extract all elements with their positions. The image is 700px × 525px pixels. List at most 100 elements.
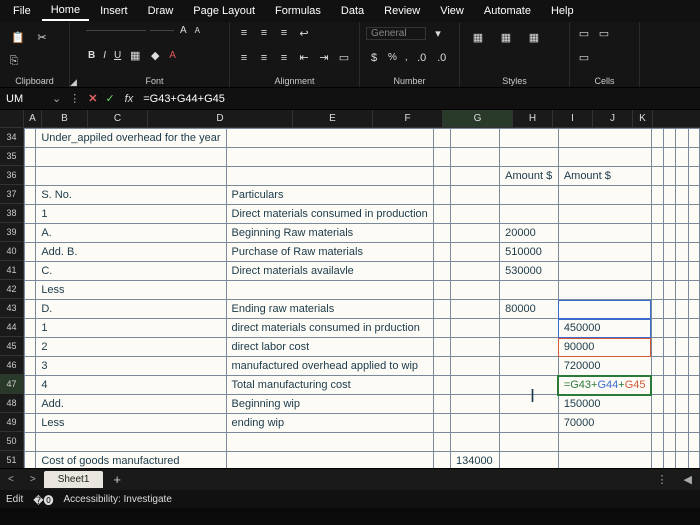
cell-B36[interactable] [36, 167, 226, 186]
fx-cancel-icon[interactable]: ✕ [84, 92, 101, 105]
cell-G50[interactable] [558, 433, 651, 452]
cell-H44[interactable] [651, 319, 663, 338]
cell-E38[interactable] [450, 205, 499, 224]
cell-B40[interactable]: Add. B. [36, 243, 226, 262]
col-header-e[interactable]: E [293, 110, 373, 127]
cell-E37[interactable] [450, 186, 499, 205]
cell-I40[interactable] [663, 243, 675, 262]
cell-H50[interactable] [651, 433, 663, 452]
cell-E36[interactable] [450, 167, 499, 186]
menu-page-layout[interactable]: Page Layout [184, 2, 264, 20]
cell-G49[interactable]: 70000 [558, 414, 651, 433]
cell-F34[interactable] [500, 129, 559, 148]
col-header-a[interactable]: A [24, 110, 42, 127]
inc-decimal-icon[interactable]: .0 [414, 50, 430, 66]
cell-F35[interactable] [500, 148, 559, 167]
cell-D34[interactable] [433, 129, 450, 148]
cell-D37[interactable] [433, 186, 450, 205]
cell-G44[interactable]: 450000 [558, 319, 651, 338]
sheet-menu-icon[interactable]: ⋮ [649, 473, 676, 486]
cell-G39[interactable] [558, 224, 651, 243]
cell-E46[interactable] [450, 357, 499, 376]
row-header[interactable]: 48 [0, 394, 24, 413]
cell-F41[interactable]: 530000 [500, 262, 559, 281]
row-header[interactable]: 50 [0, 432, 24, 451]
cell-A47[interactable] [25, 376, 36, 395]
dec-decimal-icon[interactable]: .0 [434, 50, 450, 66]
cell-B49[interactable]: Less [36, 414, 226, 433]
cell-A36[interactable] [25, 167, 36, 186]
cell-I44[interactable] [663, 319, 675, 338]
cell-C42[interactable] [226, 281, 433, 300]
menu-home[interactable]: Home [42, 1, 89, 21]
cell-J47[interactable] [676, 376, 688, 395]
cell-K35[interactable] [688, 148, 699, 167]
align-top-icon[interactable]: ≡ [236, 25, 252, 41]
cell-D35[interactable] [433, 148, 450, 167]
menu-view[interactable]: View [431, 2, 473, 20]
comma-button[interactable]: , [403, 52, 410, 63]
cell-G41[interactable] [558, 262, 651, 281]
cell-styles-icon[interactable]: ▦ [522, 25, 546, 49]
cell-B41[interactable]: C. [36, 262, 226, 281]
align-bottom-icon[interactable]: ≡ [276, 25, 292, 41]
cell-D38[interactable] [433, 205, 450, 224]
row-header[interactable]: 51 [0, 451, 24, 468]
cell-C35[interactable] [226, 148, 433, 167]
cell-D42[interactable] [433, 281, 450, 300]
cell-B50[interactable] [36, 433, 226, 452]
cell-D46[interactable] [433, 357, 450, 376]
cell-C39[interactable]: Beginning Raw materials [226, 224, 433, 243]
row-header[interactable]: 49 [0, 413, 24, 432]
col-header-j[interactable]: J [593, 110, 633, 127]
cell-A39[interactable] [25, 224, 36, 243]
cell-C43[interactable]: Ending raw materials [226, 300, 433, 319]
cell-K49[interactable] [688, 414, 699, 433]
row-header[interactable]: 37 [0, 185, 24, 204]
indent-left-icon[interactable]: ⇤ [296, 50, 312, 66]
cell-B44[interactable]: 1 [36, 319, 226, 338]
cell-F43[interactable]: 80000 [500, 300, 559, 319]
cell-D47[interactable] [433, 376, 450, 395]
cell-H35[interactable] [651, 148, 663, 167]
cell-I37[interactable] [663, 186, 675, 205]
cell-H36[interactable] [651, 167, 663, 186]
cell-H51[interactable] [651, 452, 663, 469]
cell-J35[interactable] [676, 148, 688, 167]
cell-J42[interactable] [676, 281, 688, 300]
row-header[interactable]: 39 [0, 223, 24, 242]
formula-input[interactable] [139, 93, 700, 105]
cell-A43[interactable] [25, 300, 36, 319]
cell-E50[interactable] [450, 433, 499, 452]
menu-help[interactable]: Help [542, 2, 583, 20]
col-header-k[interactable]: K [633, 110, 653, 127]
row-header[interactable]: 35 [0, 147, 24, 166]
col-header-i[interactable]: I [553, 110, 593, 127]
cell-G38[interactable] [558, 205, 651, 224]
cell-G42[interactable] [558, 281, 651, 300]
cell-K37[interactable] [688, 186, 699, 205]
cell-G51[interactable] [558, 452, 651, 469]
cell-C40[interactable]: Purchase of Raw materials [226, 243, 433, 262]
cell-A46[interactable] [25, 357, 36, 376]
col-header-c[interactable]: C [88, 110, 148, 127]
cell-A44[interactable] [25, 319, 36, 338]
accessibility-icon[interactable]: �⓿ [33, 492, 53, 507]
cell-A37[interactable] [25, 186, 36, 205]
cell-E45[interactable] [450, 338, 499, 357]
cell-B34[interactable]: Under_appiled overhead for the year [36, 129, 226, 148]
cell-G40[interactable] [558, 243, 651, 262]
cell-G43[interactable] [558, 300, 651, 319]
row-header[interactable]: 34 [0, 128, 24, 147]
borders-icon[interactable]: ▦ [127, 47, 143, 63]
cell-J48[interactable] [676, 395, 688, 414]
cell-H37[interactable] [651, 186, 663, 205]
cell-D49[interactable] [433, 414, 450, 433]
cell-B45[interactable]: 2 [36, 338, 226, 357]
cell-A38[interactable] [25, 205, 36, 224]
cell-C51[interactable] [226, 452, 433, 469]
cell-A49[interactable] [25, 414, 36, 433]
cell-A40[interactable] [25, 243, 36, 262]
cell-A34[interactable] [25, 129, 36, 148]
format-cells-icon[interactable]: ▭ [576, 50, 592, 66]
